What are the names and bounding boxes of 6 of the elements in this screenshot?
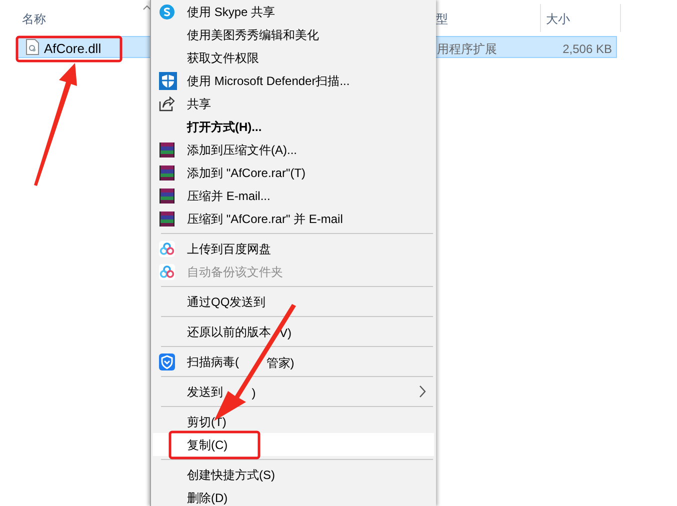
file-name: AfCore.dll [44,40,102,58]
file-size: 2,506 KB [562,41,612,58]
file-type: 用程序扩展 [437,41,497,58]
menu-item-label: ) [252,385,256,402]
menu-item-label: 管家) [266,355,294,372]
menu-item-label: V) [279,325,292,342]
